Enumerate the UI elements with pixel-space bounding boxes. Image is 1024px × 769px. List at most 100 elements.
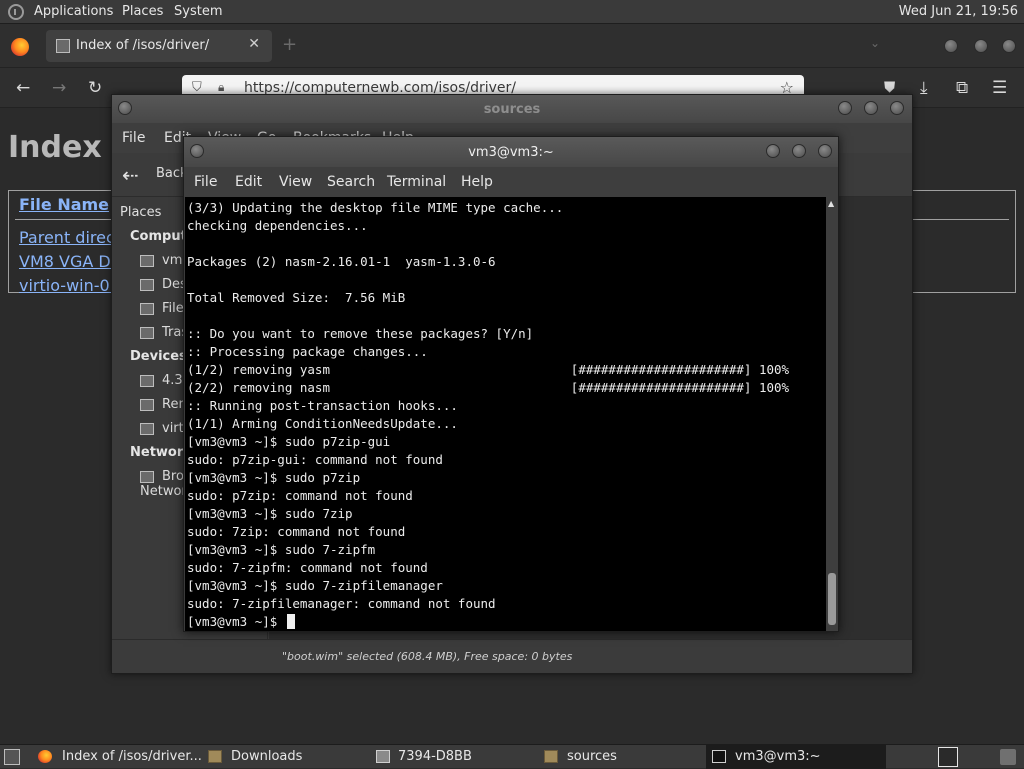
- terminal-icon: [712, 750, 726, 763]
- disc-drive-icon: [140, 422, 154, 435]
- terminal-line: (1/1) Arming ConditionNeedsUpdate...: [187, 416, 458, 431]
- show-desktop-icon[interactable]: [4, 749, 20, 765]
- drive-icon: [140, 374, 154, 387]
- tracking-shield-icon[interactable]: ⛉: [192, 80, 202, 95]
- taskbar-item-label: Index of /isos/driver...: [62, 749, 202, 764]
- system-menu[interactable]: System: [174, 4, 222, 19]
- terminal-scrollbar[interactable]: ▲: [826, 197, 838, 631]
- reload-icon[interactable]: ↻: [88, 78, 102, 98]
- places-menu[interactable]: Places: [122, 4, 163, 19]
- maximize-button[interactable]: [792, 144, 806, 158]
- taskbar-item-sources[interactable]: sources: [538, 745, 704, 769]
- taskbar-item-label: vm3@vm3:~: [735, 749, 821, 764]
- terminal-line: checking dependencies...: [187, 218, 368, 233]
- desktop-icon: [140, 278, 154, 291]
- directory-link[interactable]: virtio-win-0.1: [19, 276, 125, 295]
- places-dropdown[interactable]: Places: [120, 205, 161, 220]
- menu-hamburger-icon[interactable]: ☰: [992, 78, 1007, 98]
- workspace-switcher[interactable]: [938, 747, 958, 767]
- folder-icon: [544, 750, 558, 763]
- distro-logo-icon[interactable]: [8, 4, 24, 20]
- back-icon[interactable]: ⇠: [122, 163, 139, 187]
- close-button[interactable]: [890, 101, 904, 115]
- minimize-button[interactable]: [766, 144, 780, 158]
- terminal-menubar: File Edit View Search Terminal Help: [184, 167, 838, 197]
- extensions-icon[interactable]: ⧉: [956, 78, 968, 98]
- terminal-line: :: Running post-transaction hooks...: [187, 398, 458, 413]
- panel-clock[interactable]: Wed Jun 21, 19:56: [899, 4, 1018, 19]
- terminal-line: :: Processing package changes...: [187, 344, 428, 359]
- terminal-line: sudo: p7zip: command not found: [187, 488, 413, 503]
- terminal-line: (2/2) removing nasm [###################…: [187, 380, 790, 395]
- taskbar-item-terminal[interactable]: vm3@vm3:~: [706, 745, 886, 769]
- terminal-line: sudo: 7-zipfilemanager: command not foun…: [187, 596, 496, 611]
- close-button[interactable]: [818, 144, 832, 158]
- menu-help[interactable]: Help: [461, 174, 493, 190]
- terminal-line: (3/3) Updating the desktop file MIME typ…: [187, 200, 564, 215]
- menu-file[interactable]: File: [122, 130, 145, 146]
- menu-search[interactable]: Search: [327, 174, 375, 190]
- menu-terminal[interactable]: Terminal: [387, 174, 446, 190]
- list-tabs-chevron-icon[interactable]: ⌄: [870, 36, 880, 50]
- menu-file[interactable]: File: [194, 174, 217, 190]
- text-cursor: [286, 614, 295, 629]
- network-icon: [140, 470, 154, 483]
- firefox-tab-bar: Index of /isos/driver/ ✕ + ⌄: [0, 24, 1024, 68]
- minimize-button[interactable]: [838, 101, 852, 115]
- trash-applet-icon[interactable]: [1000, 749, 1016, 765]
- browser-tab[interactable]: Index of /isos/driver/ ✕: [46, 30, 272, 62]
- removable-drive-icon: [140, 398, 154, 411]
- taskbar-item-volume[interactable]: 7394-D8BB: [372, 745, 532, 769]
- applications-menu[interactable]: Applications: [34, 4, 113, 19]
- terminal-prompt-line: [vm3@vm3 ~]$: [187, 613, 789, 631]
- taskbar-item-label: 7394-D8BB: [398, 749, 472, 764]
- file-name-column-header[interactable]: File Name: [19, 195, 109, 214]
- maximize-button[interactable]: [864, 101, 878, 115]
- tab-close-icon[interactable]: ✕: [248, 36, 260, 52]
- lock-icon[interactable]: 🔒︎: [218, 80, 224, 95]
- scroll-up-arrow-icon[interactable]: ▲: [828, 199, 834, 208]
- terminal-line: Packages (2) nasm-2.16.01-1 yasm-1.3.0-6: [187, 254, 496, 269]
- terminal-line: [vm3@vm3 ~]$ sudo p7zip-gui: [187, 434, 391, 449]
- terminal-line: sudo: p7zip-gui: command not found: [187, 452, 443, 467]
- top-panel: Applications Places System Wed Jun 21, 1…: [0, 0, 1024, 24]
- terminal-line: :: Do you want to remove these packages?…: [187, 326, 534, 341]
- terminal-prompt: [vm3@vm3 ~]$: [187, 614, 285, 629]
- tab-title: Index of /isos/driver/: [76, 38, 210, 53]
- taskbar-item-firefox[interactable]: Index of /isos/driver...: [32, 745, 202, 769]
- home-folder-icon: [140, 254, 154, 267]
- menu-view[interactable]: View: [279, 174, 312, 190]
- terminal-line: [vm3@vm3 ~]$ sudo 7-zipfilemanager: [187, 578, 443, 593]
- scrollbar-thumb[interactable]: [828, 573, 836, 625]
- minimize-button[interactable]: [944, 39, 958, 53]
- drive-icon: [376, 750, 390, 763]
- bottom-taskbar: Index of /isos/driver... Downloads 7394-…: [0, 744, 1024, 769]
- terminal-line: (1/2) removing yasm [###################…: [187, 362, 790, 377]
- taskbar-item-label: sources: [567, 749, 617, 764]
- downloads-icon[interactable]: ⤓: [920, 78, 928, 98]
- tab-favicon-icon: [56, 39, 70, 53]
- status-text: "boot.wim" selected (608.4 MB), Free spa…: [282, 650, 573, 663]
- forward-arrow-icon[interactable]: →: [52, 78, 66, 98]
- close-button[interactable]: [1002, 39, 1016, 53]
- drive-icon: [140, 302, 154, 315]
- new-tab-icon[interactable]: +: [282, 34, 297, 55]
- menu-edit[interactable]: Edit: [235, 174, 262, 190]
- terminal-line: [vm3@vm3 ~]$ sudo 7-zipfm: [187, 542, 376, 557]
- back-arrow-icon[interactable]: ←: [16, 78, 30, 98]
- taskbar-item-downloads[interactable]: Downloads: [202, 745, 370, 769]
- terminal-line: Total Removed Size: 7.56 MiB: [187, 290, 406, 305]
- firefox-logo-icon: [38, 750, 52, 763]
- terminal-output[interactable]: (3/3) Updating the desktop file MIME typ…: [185, 197, 826, 631]
- terminal-lines: (3/3) Updating the desktop file MIME typ…: [187, 199, 789, 631]
- maximize-button[interactable]: [974, 39, 988, 53]
- file-manager-titlebar[interactable]: sources: [112, 95, 912, 123]
- terminal-title: vm3@vm3:~: [468, 145, 554, 160]
- terminal-line: [vm3@vm3 ~]$ sudo p7zip: [187, 470, 361, 485]
- terminal-titlebar[interactable]: vm3@vm3:~: [184, 137, 838, 167]
- firefox-logo-icon: [11, 38, 29, 56]
- file-manager-title: sources: [483, 102, 541, 117]
- terminal-line: sudo: 7-zipfm: command not found: [187, 560, 428, 575]
